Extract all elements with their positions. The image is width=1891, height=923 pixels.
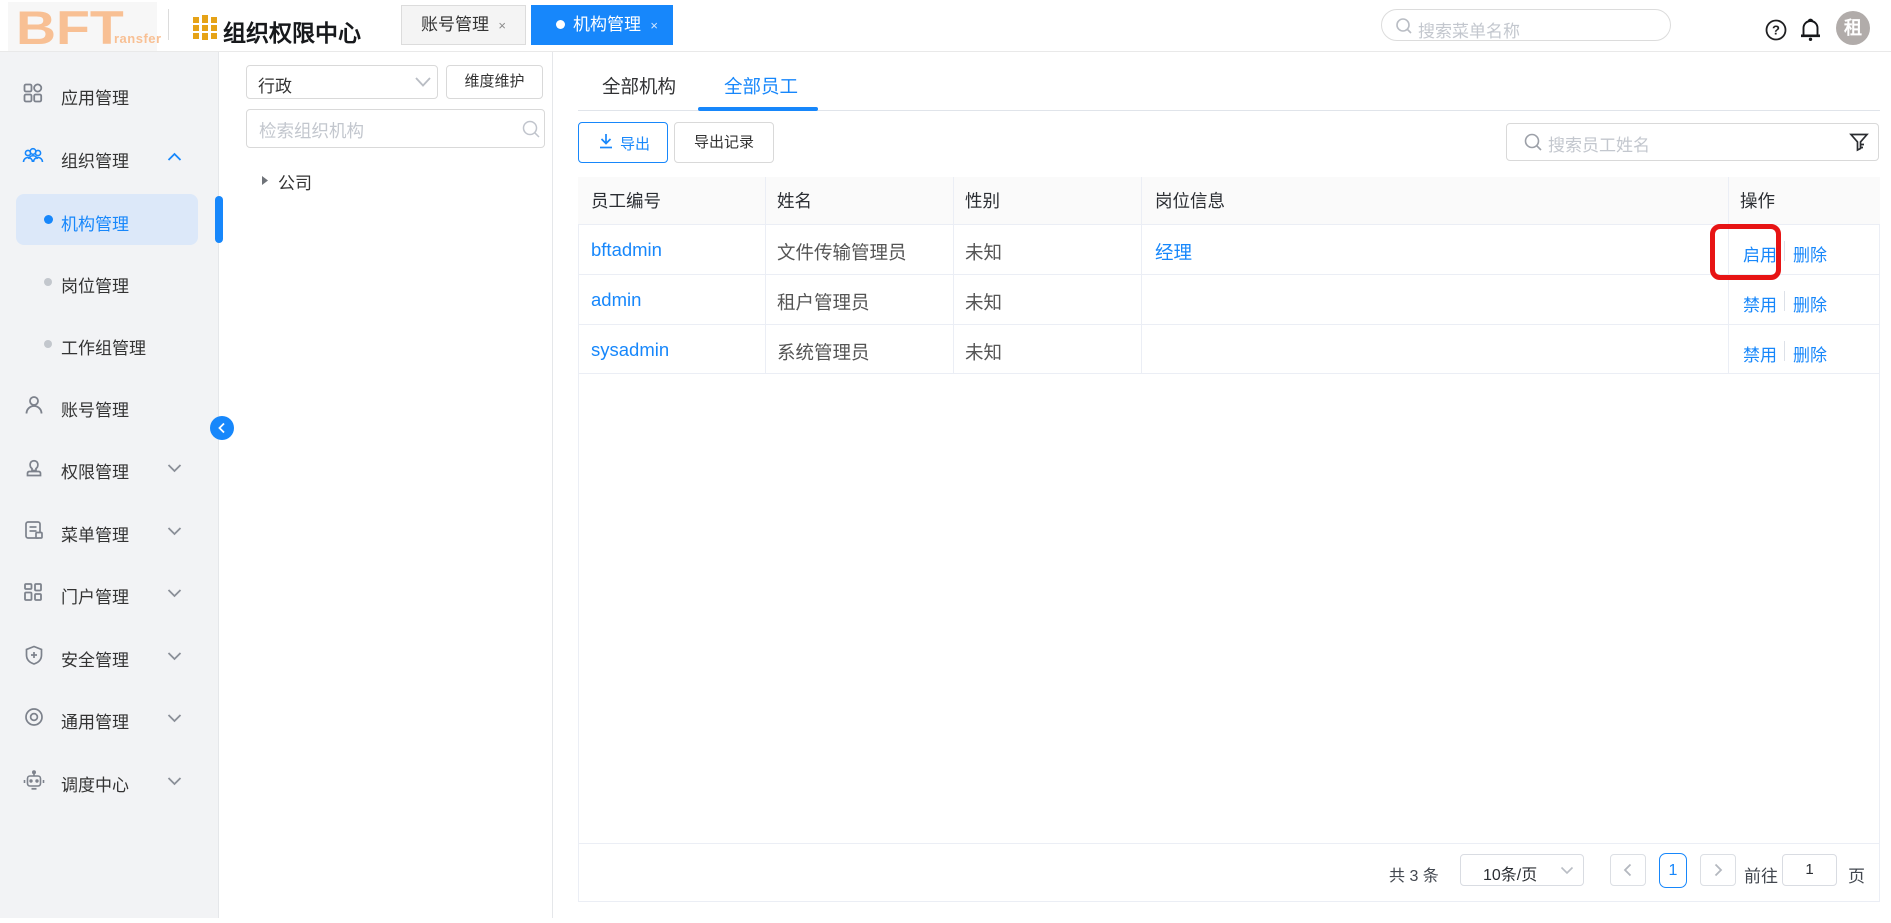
svg-text:?: ?	[1772, 23, 1780, 38]
